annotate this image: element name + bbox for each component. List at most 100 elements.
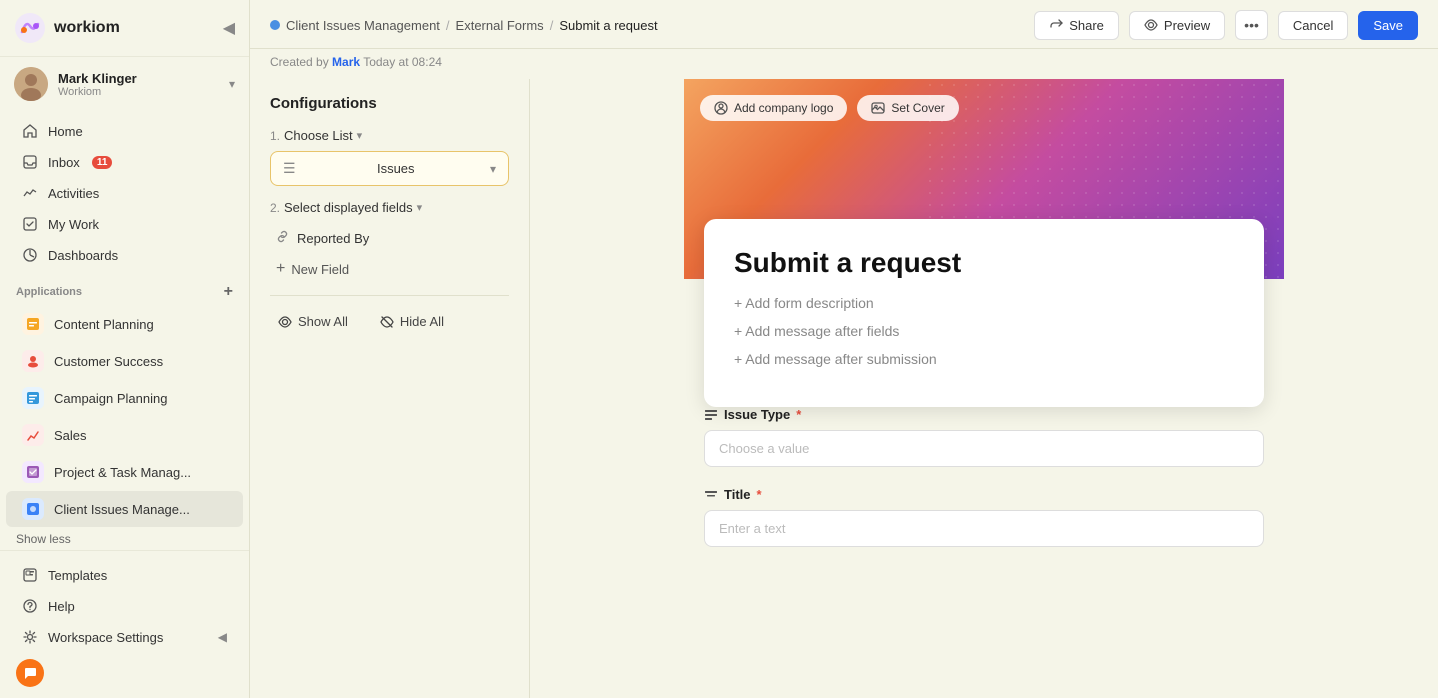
form-preview-wrapper: Add company logo Set Cover Submit a requ… <box>684 79 1284 607</box>
app-item-campaign-planning[interactable]: Campaign Planning <box>6 380 243 416</box>
sidebar-item-label: Workspace Settings <box>48 630 163 645</box>
app-label: Sales <box>54 428 87 443</box>
topbar: Client Issues Management / External Form… <box>250 0 1438 49</box>
activities-icon <box>22 185 38 201</box>
sidebar: workiom ◀ Mark Klinger Workiom ▾ Home <box>0 0 250 698</box>
workiom-logo-icon <box>14 12 46 44</box>
sidebar-item-label: Dashboards <box>48 248 118 263</box>
applications-section-title: Applications + <box>0 275 249 305</box>
add-application-button[interactable]: + <box>224 283 233 301</box>
add-company-logo-button[interactable]: Add company logo <box>700 95 847 121</box>
save-button[interactable]: Save <box>1358 11 1418 40</box>
step2-label: 2. Select displayed fields ▾ <box>270 200 509 215</box>
issue-type-select[interactable]: Choose a value <box>704 430 1264 467</box>
templates-icon <box>22 567 38 583</box>
sidebar-item-mywork[interactable]: My Work <box>6 209 243 239</box>
list-select-arrow: ▾ <box>490 162 496 176</box>
user-section[interactable]: Mark Klinger Workiom ▾ <box>0 57 249 111</box>
title-field-icon <box>704 488 718 502</box>
title-text-input[interactable]: Enter a text <box>704 510 1264 547</box>
app-item-content-planning[interactable]: Content Planning <box>6 306 243 342</box>
list-select[interactable]: ☰ Issues ▾ <box>270 151 509 186</box>
sidebar-header: workiom ◀ <box>0 0 249 57</box>
sidebar-item-activities[interactable]: Activities <box>6 178 243 208</box>
show-hide-row: Show All Hide All <box>270 306 509 337</box>
sidebar-logo[interactable]: workiom <box>14 12 120 44</box>
issue-type-label: Issue Type* <box>704 407 1264 422</box>
plus-icon: + <box>276 260 285 278</box>
field-link-icon <box>276 230 289 246</box>
workspace-collapse-icon: ◀ <box>218 630 227 644</box>
hide-all-button[interactable]: Hide All <box>372 310 452 333</box>
breadcrumb: Client Issues Management / External Form… <box>270 18 658 33</box>
add-message-after-submission-link[interactable]: + Add message after submission <box>734 351 1234 367</box>
required-star-2: * <box>757 487 762 502</box>
topbar-actions: Share Preview ••• Cancel Save <box>1034 10 1418 40</box>
config-step2: 2. Select displayed fields ▾ Reported By… <box>270 200 509 337</box>
sidebar-item-workspace-settings[interactable]: Workspace Settings ◀ <box>6 622 243 652</box>
app-icon-customer-success <box>22 350 44 372</box>
breadcrumb-separator: / <box>446 18 450 33</box>
add-description-link[interactable]: + Add form description <box>734 295 1234 311</box>
creator-bar: Created by Mark Today at 08:24 <box>250 49 1438 79</box>
app-icon-campaign-planning <box>22 387 44 409</box>
add-field-button[interactable]: + New Field <box>270 253 509 285</box>
sidebar-item-label: Templates <box>48 568 107 583</box>
config-title: Configurations <box>270 95 509 112</box>
app-item-customer-success[interactable]: Customer Success <box>6 343 243 379</box>
creator-time: Today at 08:24 <box>363 55 442 69</box>
cancel-button[interactable]: Cancel <box>1278 11 1348 40</box>
more-options-button[interactable]: ••• <box>1235 10 1268 40</box>
sidebar-item-templates[interactable]: Templates <box>6 560 243 590</box>
creator-prefix: Created by <box>270 55 329 69</box>
breadcrumb-item-2: External Forms <box>456 18 544 33</box>
divider <box>270 295 509 296</box>
inbox-badge: 11 <box>92 156 113 169</box>
show-less-button[interactable]: Show less <box>0 528 249 550</box>
app-icon-sales <box>22 424 44 446</box>
list-select-value: Issues <box>377 161 415 176</box>
sidebar-bottom: Templates Help Workspace Settings ◀ <box>0 550 249 698</box>
config-step1: 1. Choose List ▾ ☰ Issues ▾ <box>270 128 509 186</box>
preview-area: Add company logo Set Cover Submit a requ… <box>530 79 1438 698</box>
sidebar-item-help[interactable]: Help <box>6 591 243 621</box>
app-item-client-issues[interactable]: Client Issues Manage... <box>6 491 243 527</box>
company-logo-icon <box>714 101 728 115</box>
mywork-icon <box>22 216 38 232</box>
required-star: * <box>796 407 801 422</box>
app-label: Project & Task Manag... <box>54 465 191 480</box>
sidebar-item-label: Home <box>48 124 83 139</box>
preview-button[interactable]: Preview <box>1129 11 1225 40</box>
app-item-project-task[interactable]: Project & Task Manag... <box>6 454 243 490</box>
share-button[interactable]: Share <box>1034 11 1119 40</box>
sidebar-item-inbox[interactable]: Inbox 11 <box>6 147 243 177</box>
chat-bubble[interactable] <box>0 653 249 691</box>
field-item-reported-by[interactable]: Reported By <box>270 223 509 253</box>
breadcrumb-item-1: Client Issues Management <box>286 18 440 33</box>
sidebar-item-label: Help <box>48 599 75 614</box>
workspace-settings-icon <box>22 629 38 645</box>
breadcrumb-dot <box>270 20 280 30</box>
sidebar-item-label: Inbox <box>48 155 80 170</box>
step1-dropdown-arrow: ▾ <box>357 129 363 142</box>
inbox-icon <box>22 154 38 170</box>
app-label: Customer Success <box>54 354 163 369</box>
show-all-label: Show All <box>298 314 348 329</box>
user-info: Mark Klinger Workiom <box>58 71 219 98</box>
app-item-sales[interactable]: Sales <box>6 417 243 453</box>
app-icon-project-task <box>22 461 44 483</box>
dashboards-icon <box>22 247 38 263</box>
show-all-button[interactable]: Show All <box>270 310 356 333</box>
chat-icon <box>16 659 44 687</box>
add-message-after-fields-link[interactable]: + Add message after fields <box>734 323 1234 339</box>
sidebar-collapse-button[interactable]: ◀ <box>223 18 235 38</box>
config-panel: Configurations 1. Choose List ▾ ☰ Issues… <box>250 79 530 698</box>
breadcrumb-item-3: Submit a request <box>559 18 657 33</box>
hide-all-label: Hide All <box>400 314 444 329</box>
set-cover-button[interactable]: Set Cover <box>857 95 958 121</box>
preview-icon <box>1144 18 1158 32</box>
sidebar-item-home[interactable]: Home <box>6 116 243 146</box>
avatar <box>14 67 48 101</box>
hide-all-icon <box>380 315 394 329</box>
sidebar-item-dashboards[interactable]: Dashboards <box>6 240 243 270</box>
